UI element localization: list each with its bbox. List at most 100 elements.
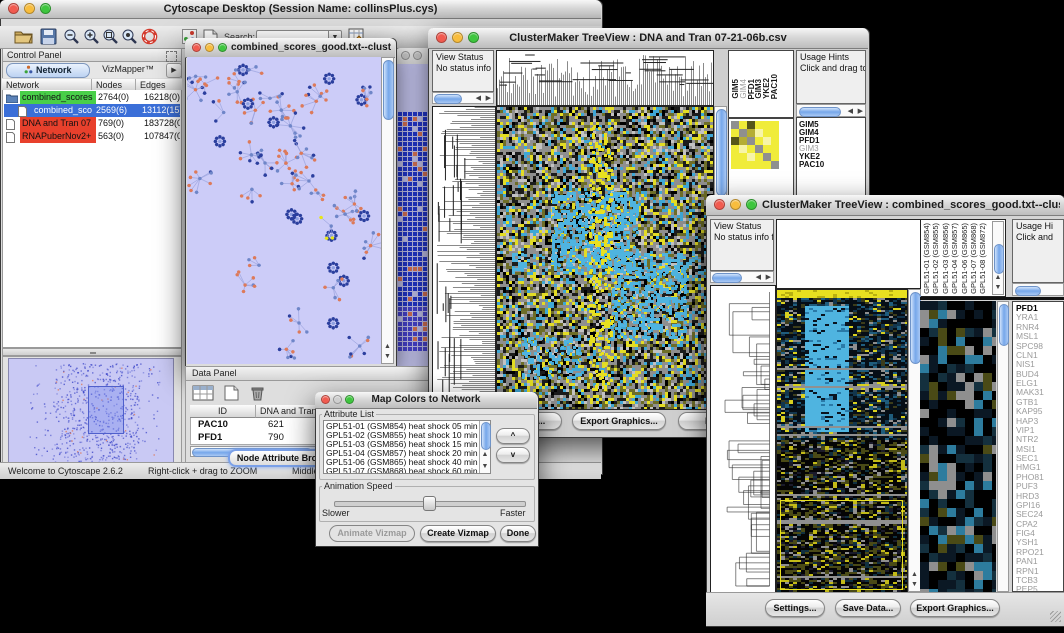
gene-label[interactable]: HAP3	[1013, 417, 1063, 426]
zoom-in-icon[interactable]	[83, 28, 103, 46]
gene-label[interactable]: PHO81	[1013, 473, 1063, 482]
scroll-thumb[interactable]	[383, 60, 394, 120]
scroll-thumb[interactable]	[1015, 286, 1041, 296]
minimize-button[interactable]	[205, 43, 214, 52]
scroll-up-arrow[interactable]: ▲	[382, 343, 393, 351]
gene-label[interactable]: CLN1	[1013, 351, 1063, 360]
scroll-up-arrow[interactable]: ▲	[993, 274, 1003, 282]
attribute-list-item[interactable]: GPL51-01 (GSM854) heat shock 05 min	[324, 422, 490, 431]
dense-grid-network-canvas[interactable]	[398, 112, 430, 352]
tv2-zoom-heatmap-canvas[interactable]	[920, 301, 996, 592]
gene-label[interactable]: SEC1	[1013, 454, 1063, 463]
save-session-icon[interactable]	[40, 28, 60, 46]
attribute-list-item[interactable]: GPL51-03 (GSM856) heat shock 15 min	[324, 440, 490, 449]
scroll-thumb[interactable]	[716, 109, 727, 196]
gene-label[interactable]: GTB1	[1013, 398, 1063, 407]
network-name[interactable]: RNAPuberNov2+	[20, 130, 96, 143]
gene-label[interactable]: GIM5	[797, 121, 865, 129]
gene-label[interactable]: RNR4	[1013, 323, 1063, 332]
gene-label[interactable]: MAK31	[1013, 388, 1063, 397]
scroll-down-arrow[interactable]: ▼	[382, 353, 393, 361]
gene-label[interactable]: NTR2	[1013, 435, 1063, 444]
delete-attribute-icon[interactable]	[250, 385, 270, 403]
tv1-usage-hscrollbar[interactable]: ◀ ▶	[796, 104, 866, 117]
gene-label[interactable]: GPI16	[1013, 501, 1063, 510]
gene-label[interactable]: PFD1	[797, 137, 865, 145]
help-lifering-icon[interactable]	[141, 28, 161, 46]
scroll-thumb[interactable]	[799, 107, 841, 117]
back-window-titlebar[interactable]	[396, 48, 432, 65]
tv2-heatmap-canvas[interactable]	[776, 289, 908, 594]
dialog-titlebar[interactable]: Map Colors to Network	[315, 392, 537, 409]
gene-label[interactable]: MSL1	[1013, 332, 1063, 341]
tv2-export-graphics-button[interactable]: Export Graphics...	[910, 599, 1000, 617]
scroll-thumb[interactable]	[712, 273, 742, 283]
gene-label[interactable]: PUF3	[1013, 482, 1063, 491]
tv2-status-hscrollbar[interactable]: ◀ ▶	[710, 271, 774, 283]
move-attribute-up-button[interactable]: ^	[496, 428, 530, 444]
tv2-usage-hscrollbar[interactable]	[1012, 283, 1064, 296]
close-button[interactable]	[192, 43, 201, 52]
gene-label[interactable]: SPC98	[1013, 342, 1063, 351]
gene-label[interactable]: RPN1	[1013, 567, 1063, 576]
tv2-column-dendrogram-area[interactable]	[776, 219, 921, 289]
scroll-up-arrow[interactable]: ▲	[480, 451, 490, 459]
scroll-down-arrow[interactable]: ▼	[480, 463, 490, 471]
done-button[interactable]: Done	[500, 525, 536, 542]
tv2-labels-vscrollbar[interactable]: ▲ ▼	[992, 221, 1004, 295]
network-list-row[interactable]: RNAPuberNov2+563(0)107847(0)	[4, 130, 180, 143]
attribute-list-vscrollbar[interactable]: ▲ ▼	[479, 421, 490, 473]
treeview2-titlebar[interactable]: ClusterMaker TreeView : combined_scores_…	[706, 195, 1064, 216]
network-name[interactable]: DNA and Tran 07	[20, 117, 96, 130]
scroll-right-arrow[interactable]: ▶	[486, 95, 491, 103]
speed-slider-thumb[interactable]	[423, 496, 436, 511]
scroll-down-arrow[interactable]: ▼	[993, 284, 1003, 292]
gene-label[interactable]: ELG1	[1013, 379, 1063, 388]
new-attribute-icon[interactable]	[224, 385, 244, 403]
tv1-row-dendrogram[interactable]	[432, 106, 496, 410]
gene-label[interactable]: GIM3	[797, 145, 865, 153]
network-list-row[interactable]: combined_scores2764(0)16218(0)	[4, 91, 180, 104]
scroll-left-arrow[interactable]: ◀	[848, 108, 853, 116]
tv1-heatmap-canvas[interactable]	[496, 106, 714, 410]
gene-label[interactable]: GIM4	[797, 129, 865, 137]
tab-overflow-button[interactable]: ▶	[166, 63, 182, 78]
animate-vizmap-button[interactable]: Animate Vizmap	[329, 525, 415, 542]
scroll-thumb[interactable]	[994, 244, 1004, 274]
attribute-list-item[interactable]: GPL51-02 (GSM855) heat shock 10 min	[324, 431, 490, 440]
scroll-thumb[interactable]	[999, 304, 1009, 346]
attribute-listbox[interactable]: GPL51-01 (GSM854) heat shock 05 minGPL51…	[323, 420, 491, 474]
gene-label[interactable]: TCB3	[1013, 576, 1063, 585]
zoom-fit-icon[interactable]	[102, 28, 122, 46]
gene-label[interactable]: SEC24	[1013, 510, 1063, 519]
gene-label[interactable]: PFD1	[1013, 304, 1063, 313]
scroll-right-arrow[interactable]: ▶	[858, 108, 863, 116]
main-titlebar[interactable]: Cytoscape Desktop (Session Name: collins…	[0, 0, 601, 19]
panel-splitter[interactable]	[2, 348, 182, 356]
gene-label[interactable]: HMG1	[1013, 463, 1063, 472]
gene-label[interactable]: YRA1	[1013, 313, 1063, 322]
tv2-row-dendrogram[interactable]	[710, 285, 776, 594]
birdseye-viewport-rect[interactable]	[88, 386, 124, 434]
tv1-status-hscrollbar[interactable]: ◀ ▶	[432, 92, 494, 104]
float-panel-icon[interactable]	[166, 51, 177, 62]
treeview1-titlebar[interactable]: ClusterMaker TreeView : DNA and Tran 07-…	[428, 28, 868, 49]
close-button[interactable]	[401, 51, 410, 60]
gene-label[interactable]: PAC10	[797, 161, 865, 169]
zoom-window-button[interactable]	[746, 199, 757, 210]
open-session-icon[interactable]	[14, 28, 34, 46]
network-name[interactable]: combined_scores	[20, 91, 96, 104]
create-vizmap-button[interactable]: Create Vizmap	[420, 525, 496, 542]
gene-label[interactable]: YSH1	[1013, 538, 1063, 547]
resize-grip[interactable]	[1050, 611, 1061, 622]
network-vscrollbar[interactable]: ▲ ▼	[381, 57, 394, 364]
tv1-export-graphics-button[interactable]: Export Graphics...	[572, 412, 666, 430]
scroll-left-arrow[interactable]: ◀	[756, 274, 761, 282]
network-list-row[interactable]: DNA and Tran 07769(0)183728(0)	[4, 117, 180, 130]
network-graph-canvas[interactable]	[187, 57, 381, 364]
tab-network[interactable]: Network	[6, 63, 90, 78]
attribute-list-item[interactable]: GPL51-06 (GSM865) heat shock 40 min	[324, 458, 490, 467]
scroll-thumb[interactable]	[481, 422, 491, 450]
zoom-out-icon[interactable]	[63, 28, 83, 46]
gene-label[interactable]: PAN1	[1013, 557, 1063, 566]
